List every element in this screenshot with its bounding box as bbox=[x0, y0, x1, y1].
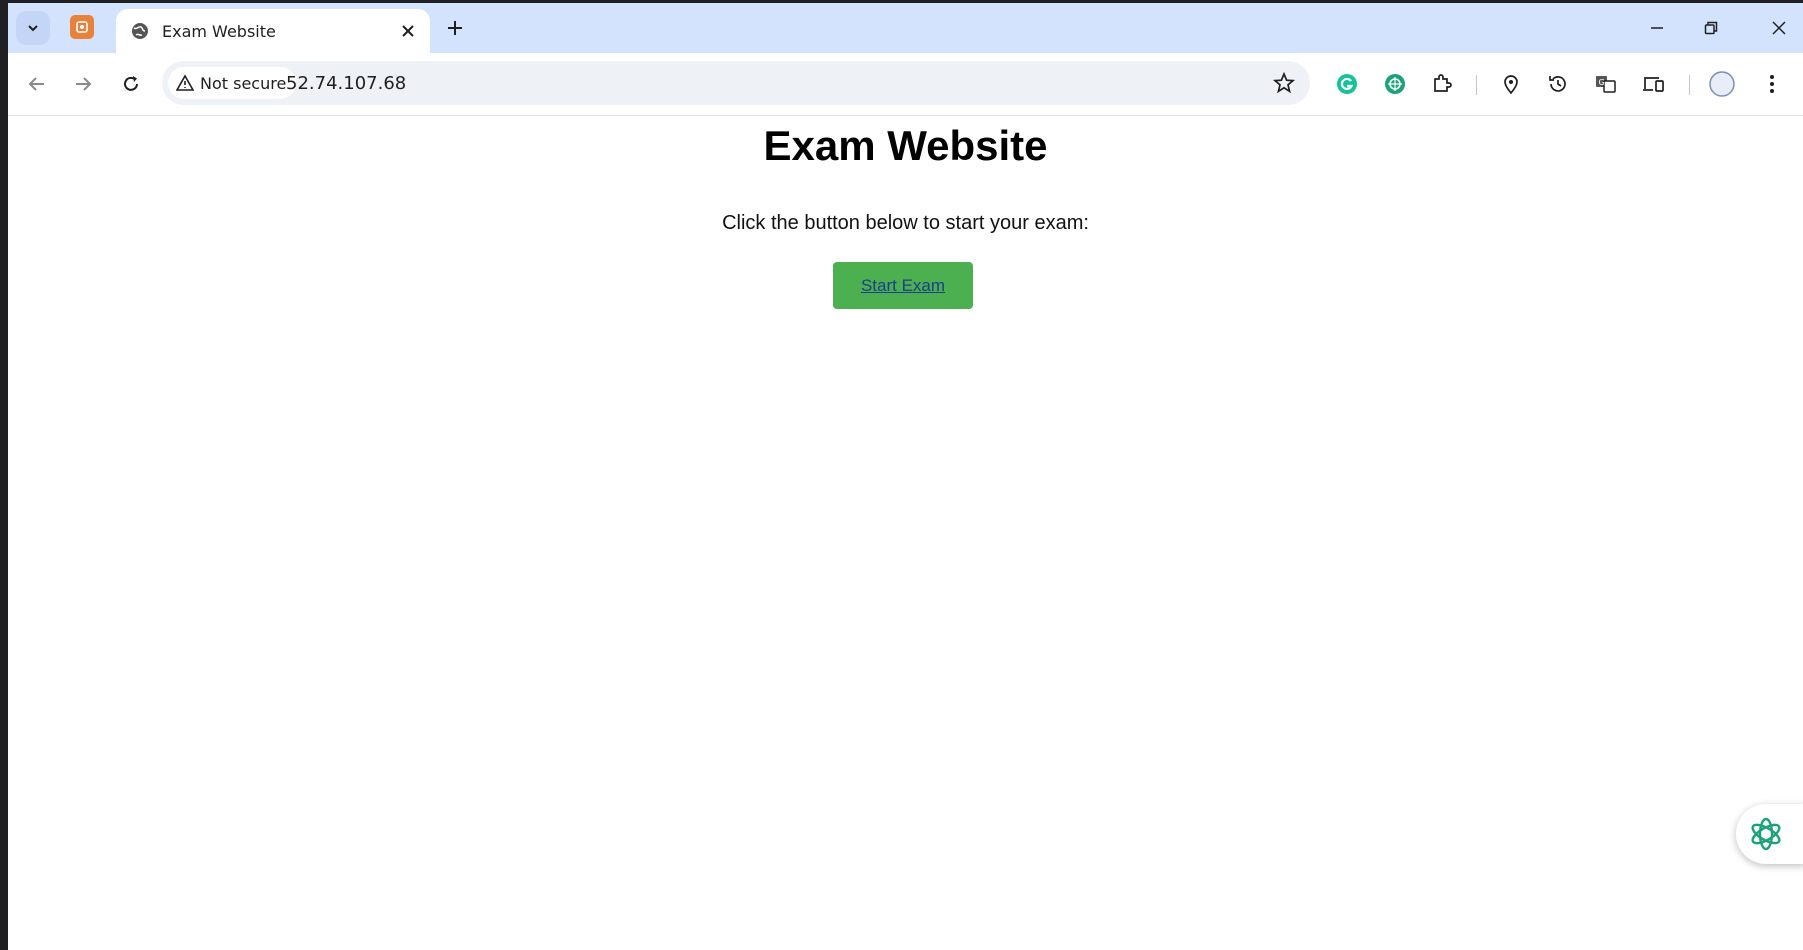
reload-icon[interactable] bbox=[118, 71, 144, 97]
page-content: Exam Website Click the button below to s… bbox=[8, 116, 1803, 950]
window-close-icon[interactable] bbox=[1768, 17, 1790, 39]
pinned-tab[interactable] bbox=[70, 15, 94, 39]
devices-icon[interactable] bbox=[1640, 70, 1668, 98]
chevron-down-icon bbox=[28, 25, 38, 32]
start-exam-button[interactable]: Start Exam bbox=[833, 262, 973, 309]
more-vert-icon[interactable] bbox=[1758, 70, 1786, 98]
security-chip[interactable]: Not secure bbox=[168, 67, 297, 99]
arrow-right-icon[interactable] bbox=[70, 71, 96, 97]
globe-icon bbox=[130, 21, 150, 41]
arrow-left-icon[interactable] bbox=[24, 71, 50, 97]
toolbar-divider bbox=[1689, 75, 1690, 95]
browser-toolbar: Not secure 52.74.107.68 G bbox=[8, 53, 1803, 116]
page-title: Exam Website bbox=[763, 122, 1048, 169]
star-icon[interactable] bbox=[1272, 71, 1296, 95]
security-label: Not secure bbox=[200, 73, 287, 93]
url-text[interactable]: 52.74.107.68 bbox=[286, 73, 406, 94]
history-icon[interactable] bbox=[1544, 70, 1572, 98]
intro-text: Click the button below to start your exa… bbox=[722, 212, 1089, 234]
puzzle-icon[interactable] bbox=[1428, 70, 1456, 98]
svg-text:G: G bbox=[1599, 78, 1605, 87]
restore-icon[interactable] bbox=[1700, 17, 1722, 39]
location-pin-icon[interactable] bbox=[1497, 70, 1525, 98]
chatgpt-icon[interactable] bbox=[1381, 70, 1409, 98]
address-bar[interactable]: Not secure 52.74.107.68 bbox=[162, 61, 1310, 105]
warning-icon bbox=[176, 74, 194, 91]
grammarly-icon[interactable] bbox=[1333, 70, 1361, 98]
translate-icon[interactable]: G bbox=[1592, 70, 1620, 98]
floating-assistant-button[interactable] bbox=[1736, 804, 1803, 864]
tab-title: Exam Website bbox=[162, 21, 276, 41]
browser-window: Exam Website Not secure 52.74.107.68 G E… bbox=[8, 3, 1803, 950]
tab-search-button[interactable] bbox=[16, 11, 50, 45]
active-tab[interactable]: Exam Website bbox=[116, 9, 430, 53]
app-favicon-icon bbox=[76, 21, 88, 33]
profile-icon[interactable] bbox=[1708, 70, 1736, 98]
chatgpt-icon bbox=[1751, 817, 1781, 851]
minimize-icon[interactable] bbox=[1646, 17, 1668, 39]
plus-icon[interactable] bbox=[444, 17, 466, 39]
toolbar-divider bbox=[1476, 75, 1477, 95]
tab-strip: Exam Website bbox=[8, 3, 1803, 53]
close-icon[interactable] bbox=[398, 21, 418, 41]
